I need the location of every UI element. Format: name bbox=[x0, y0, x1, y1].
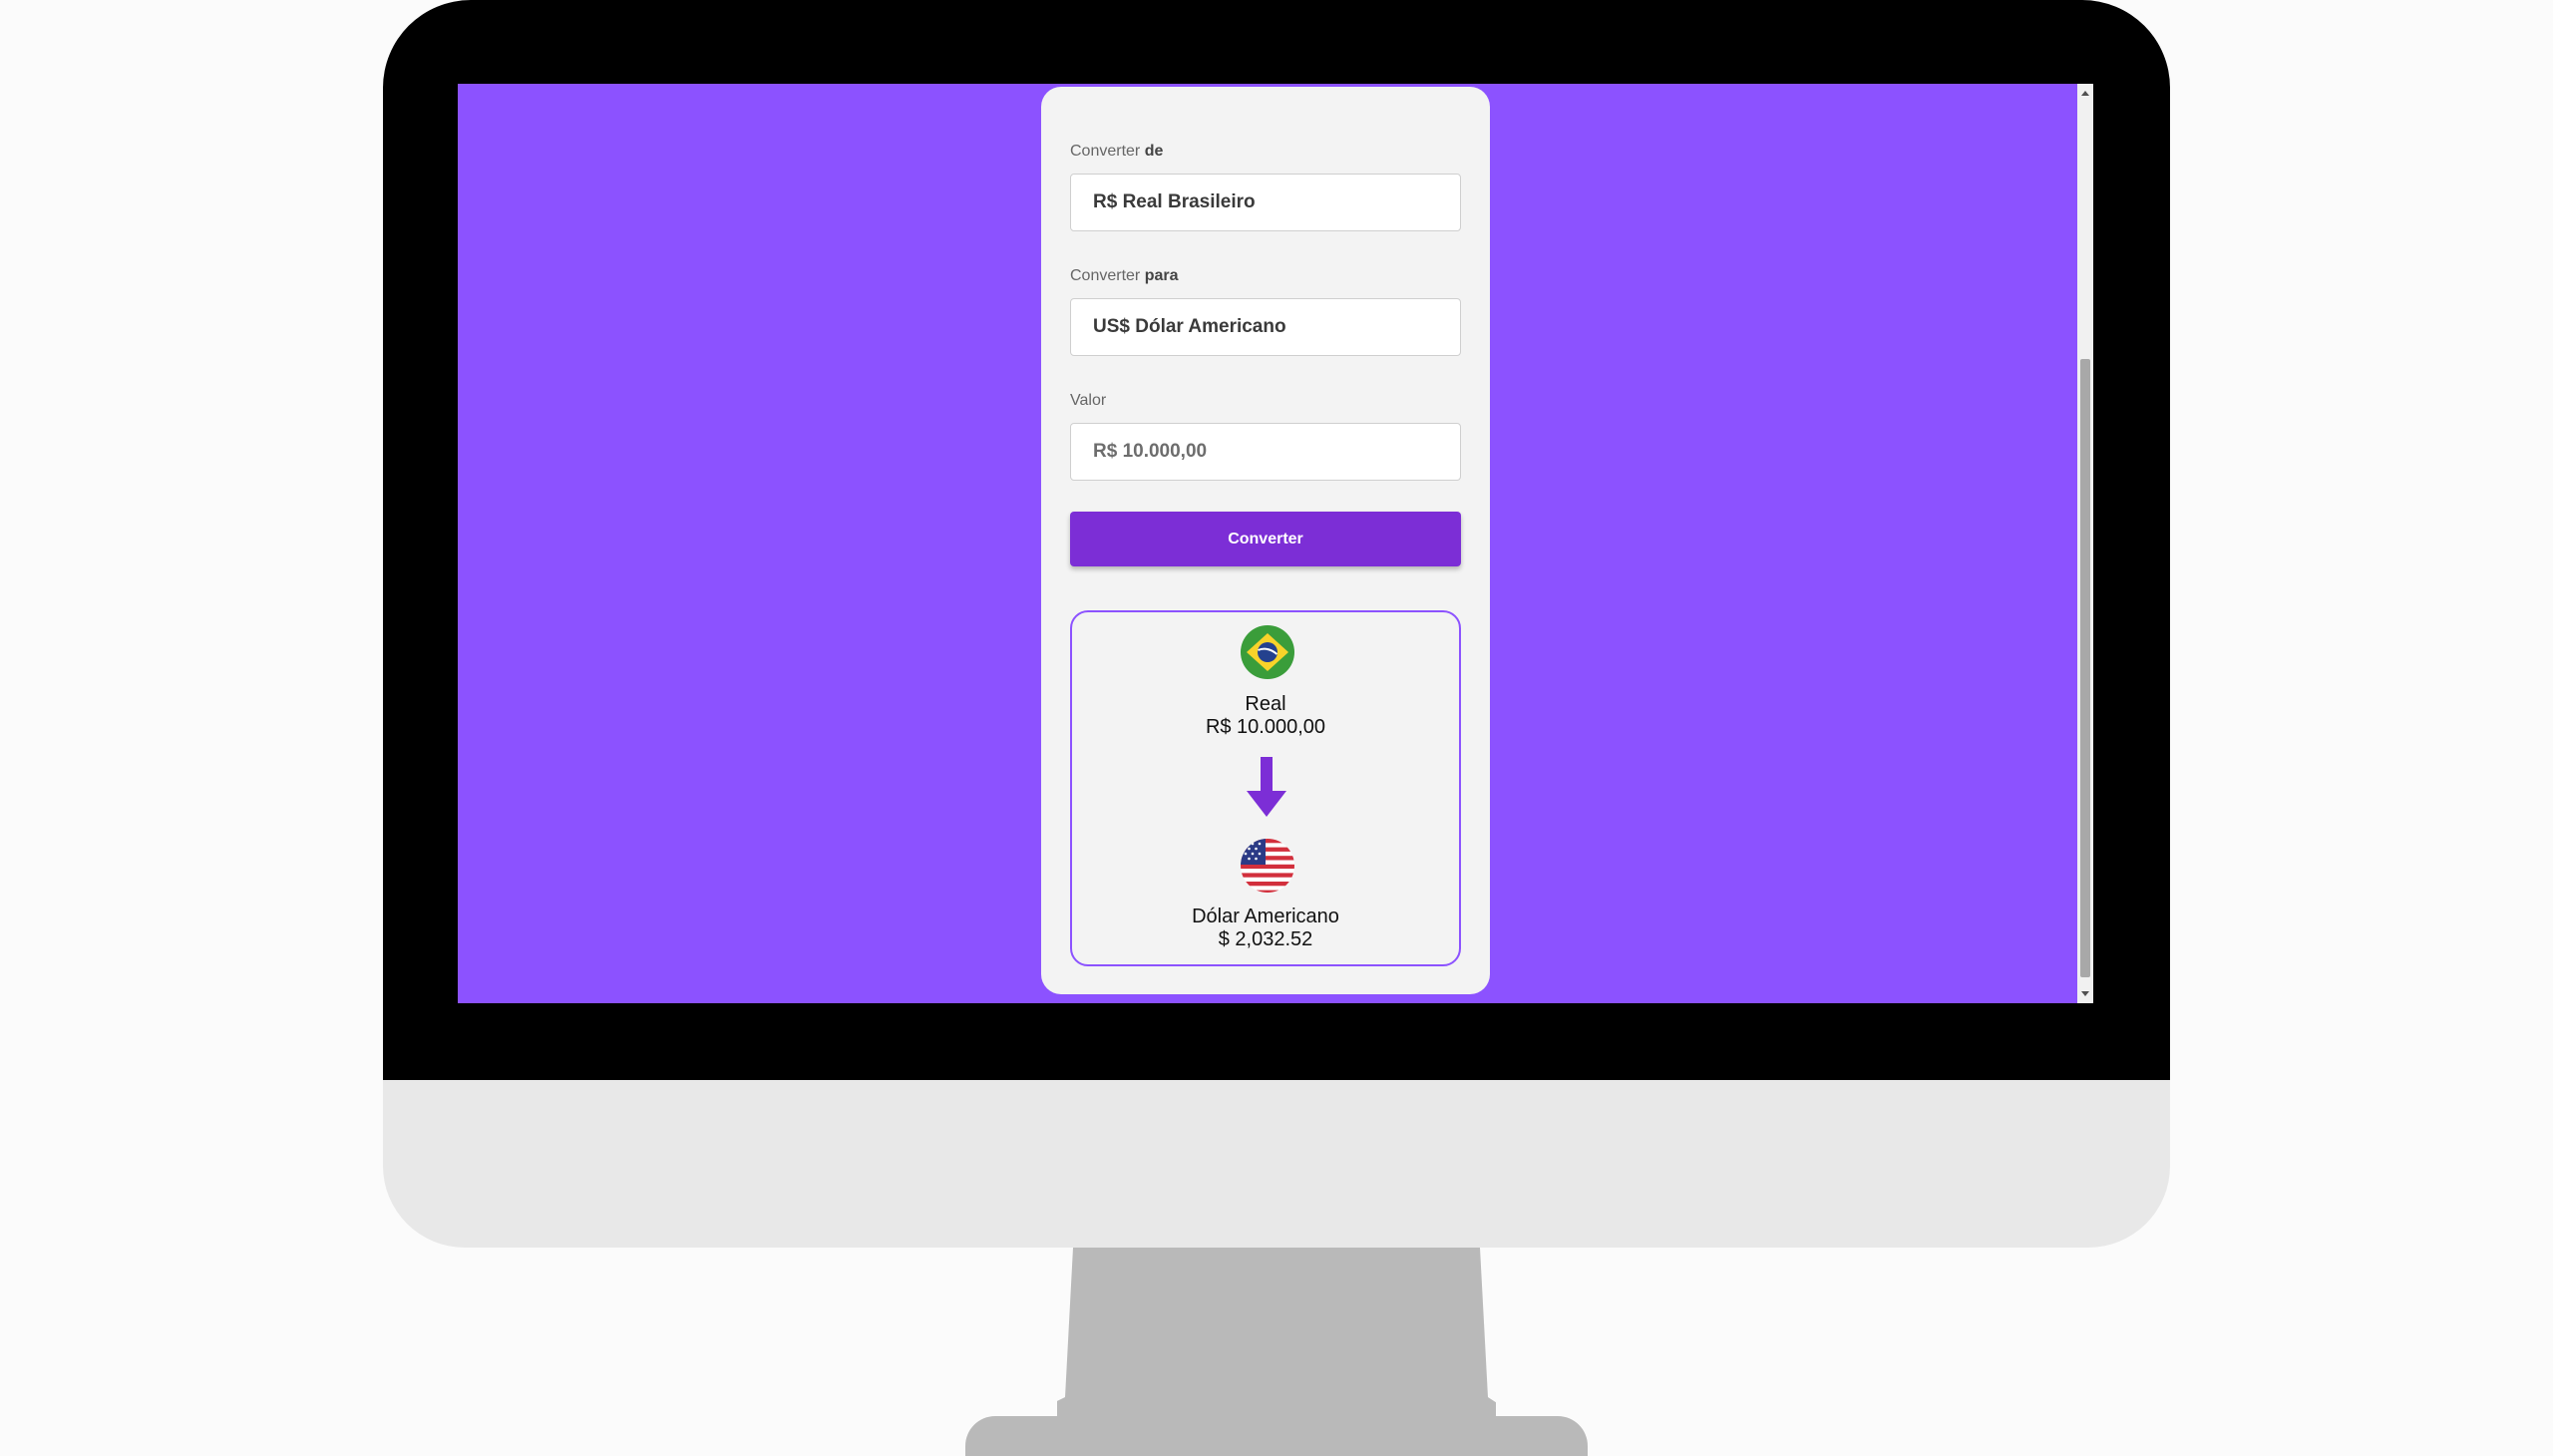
from-currency-name: Real bbox=[1245, 693, 1286, 715]
brazil-flag-icon bbox=[1241, 625, 1294, 679]
to-currency-select[interactable]: US$ Dólar Americano bbox=[1070, 298, 1461, 356]
monitor-stand-base bbox=[965, 1416, 1588, 1456]
amount-input[interactable]: R$ 10.000,00 bbox=[1070, 423, 1461, 481]
scroll-down-icon[interactable] bbox=[2081, 991, 2089, 996]
monitor-stand bbox=[1057, 1248, 1496, 1436]
conversion-result: Real R$ 10.000,00 Dólar Americano $ 2,03… bbox=[1070, 610, 1461, 966]
amount-label: Valor bbox=[1070, 392, 1107, 409]
monitor-chin bbox=[383, 1080, 2170, 1248]
scroll-up-icon[interactable] bbox=[2081, 91, 2089, 96]
convert-button[interactable]: Converter bbox=[1070, 512, 1461, 566]
to-currency-name: Dólar Americano bbox=[1192, 906, 1339, 927]
vertical-scrollbar[interactable] bbox=[2077, 84, 2093, 1003]
arrow-down-icon bbox=[1247, 757, 1286, 817]
browser-viewport: Converter de R$ Real Brasileiro Converte… bbox=[458, 84, 2093, 1003]
to-amount: $ 2,032.52 bbox=[1218, 928, 1313, 950]
scrollbar-thumb[interactable] bbox=[2080, 359, 2090, 977]
from-amount: R$ 10.000,00 bbox=[1205, 716, 1326, 738]
from-currency-label: Converter de bbox=[1070, 143, 1164, 160]
from-currency-select[interactable]: R$ Real Brasileiro bbox=[1070, 174, 1461, 231]
converter-card: Converter de R$ Real Brasileiro Converte… bbox=[1041, 87, 1490, 994]
usa-flag-icon bbox=[1241, 839, 1294, 893]
to-currency-label: Converter para bbox=[1070, 267, 1179, 284]
